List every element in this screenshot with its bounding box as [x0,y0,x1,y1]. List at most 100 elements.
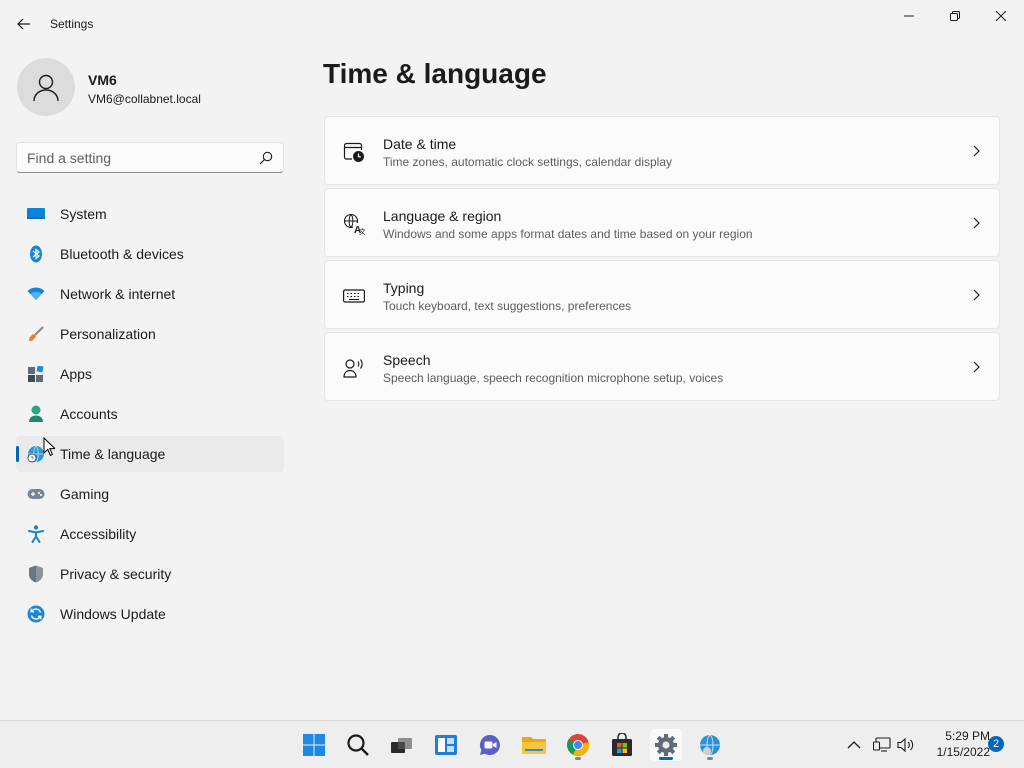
edge-icon [700,734,720,756]
sidebar-item-label: Personalization [60,326,156,342]
chevron-right-icon [973,289,980,301]
user-email: VM6@collabnet.local [88,92,201,106]
start-button[interactable] [298,729,330,761]
task-view-button[interactable] [386,729,418,761]
card-speech[interactable]: Speech Speech language, speech recogniti… [324,332,1000,401]
search-icon[interactable] [259,151,273,165]
brush-icon [27,325,45,343]
user-icon [33,74,59,102]
accessibility-icon [27,525,45,543]
restore-button[interactable] [932,0,978,32]
network-tray-button[interactable] [870,733,894,757]
speech-icon [343,357,365,379]
card-date-time[interactable]: Date & time Time zones, automatic clock … [324,116,1000,185]
sidebar-item-label: Time & language [60,446,166,462]
card-description: Touch keyboard, text suggestions, prefer… [383,299,632,313]
user-name: VM6 [88,72,117,88]
selection-indicator [16,446,19,462]
sidebar-item-gaming[interactable]: Gaming [16,476,284,512]
page-title: Time & language [323,58,547,89]
chevron-up-icon [847,741,861,749]
sidebar-item-privacy[interactable]: Privacy & security [16,556,284,592]
close-icon [996,11,1006,21]
volume-icon [897,737,914,753]
chrome-icon [567,734,590,756]
sidebar-item-personalization[interactable]: Personalization [16,316,284,352]
sidebar-nav: System Bluetooth & devices Network & int… [16,196,284,636]
calendar-clock-icon [343,141,365,163]
search-icon [347,734,369,756]
search-input[interactable] [27,149,247,167]
chrome-button[interactable] [562,729,594,761]
sidebar-item-accessibility[interactable]: Accessibility [16,516,284,552]
update-icon [27,605,45,623]
card-title: Language & region [383,208,502,224]
back-button[interactable] [8,8,40,40]
window-title: Settings [50,17,94,31]
card-title: Typing [383,280,425,296]
file-explorer-button[interactable] [518,729,550,761]
mouse-cursor-icon [43,437,55,457]
settings-cards: Date & time Time zones, automatic clock … [324,116,1000,404]
minimize-button[interactable] [886,0,932,32]
bluetooth-icon [27,245,45,263]
card-title: Speech [383,352,431,368]
shield-icon [27,565,45,583]
notification-badge[interactable]: 2 [988,736,1004,752]
sidebar-item-apps[interactable]: Apps [16,356,284,392]
apps-icon [27,365,45,383]
title-bar: Settings [0,0,1024,48]
card-language-region[interactable]: A文 Language & region Windows and some ap… [324,188,1000,257]
card-description: Time zones, automatic clock settings, ca… [383,155,673,169]
settings-button[interactable] [650,729,682,761]
card-description: Windows and some apps format dates and t… [383,227,753,241]
sidebar-item-label: Apps [60,366,92,382]
running-indicator [575,757,581,760]
svg-text:文: 文 [359,227,365,235]
close-button[interactable] [978,0,1024,32]
widgets-icon [435,735,457,755]
search-box[interactable] [16,142,284,173]
card-typing[interactable]: Typing Touch keyboard, text suggestions,… [324,260,1000,329]
chat-icon [479,734,500,755]
sidebar-item-accounts[interactable]: Accounts [16,396,284,432]
show-hidden-icons-button[interactable] [842,733,866,757]
wifi-icon [27,285,45,303]
minimize-icon [904,15,914,17]
clock-date: 1/15/2022 [936,745,990,759]
active-indicator [659,757,673,760]
sidebar-item-system[interactable]: System [16,196,284,232]
file-explorer-icon [522,737,546,754]
store-button[interactable] [606,729,638,761]
chat-button[interactable] [474,729,506,761]
system-icon [27,205,45,223]
sidebar-item-label: Network & internet [60,286,176,302]
gamepad-icon [27,485,45,503]
chevron-right-icon [973,145,980,157]
task-view-icon [391,738,412,753]
widgets-button[interactable] [430,729,462,761]
sidebar-item-windows-update[interactable]: Windows Update [16,596,284,632]
avatar[interactable] [17,58,75,116]
sidebar-item-network[interactable]: Network & internet [16,276,284,312]
clock[interactable]: 5:29 PM 1/15/2022 [920,728,990,760]
sidebar-item-label: System [60,206,107,222]
sidebar-item-bluetooth[interactable]: Bluetooth & devices [16,236,284,272]
running-indicator [707,757,713,760]
sidebar-item-label: Accessibility [60,526,137,542]
chevron-right-icon [973,217,980,229]
taskbar-search-button[interactable] [342,729,374,761]
keyboard-icon [343,285,365,307]
back-arrow-icon [17,18,30,30]
sidebar-item-label: Accounts [60,406,118,422]
taskbar [0,720,1024,768]
store-icon [612,733,632,756]
network-icon [873,737,891,752]
sidebar-item-label: Privacy & security [60,566,172,582]
start-icon [303,734,325,756]
volume-tray-button[interactable] [894,733,918,757]
sidebar-item-time-language[interactable]: Time & language [16,436,284,472]
clock-time: 5:29 PM [945,729,990,743]
sidebar-item-label: Gaming [60,486,110,502]
edge-button[interactable] [694,729,726,761]
